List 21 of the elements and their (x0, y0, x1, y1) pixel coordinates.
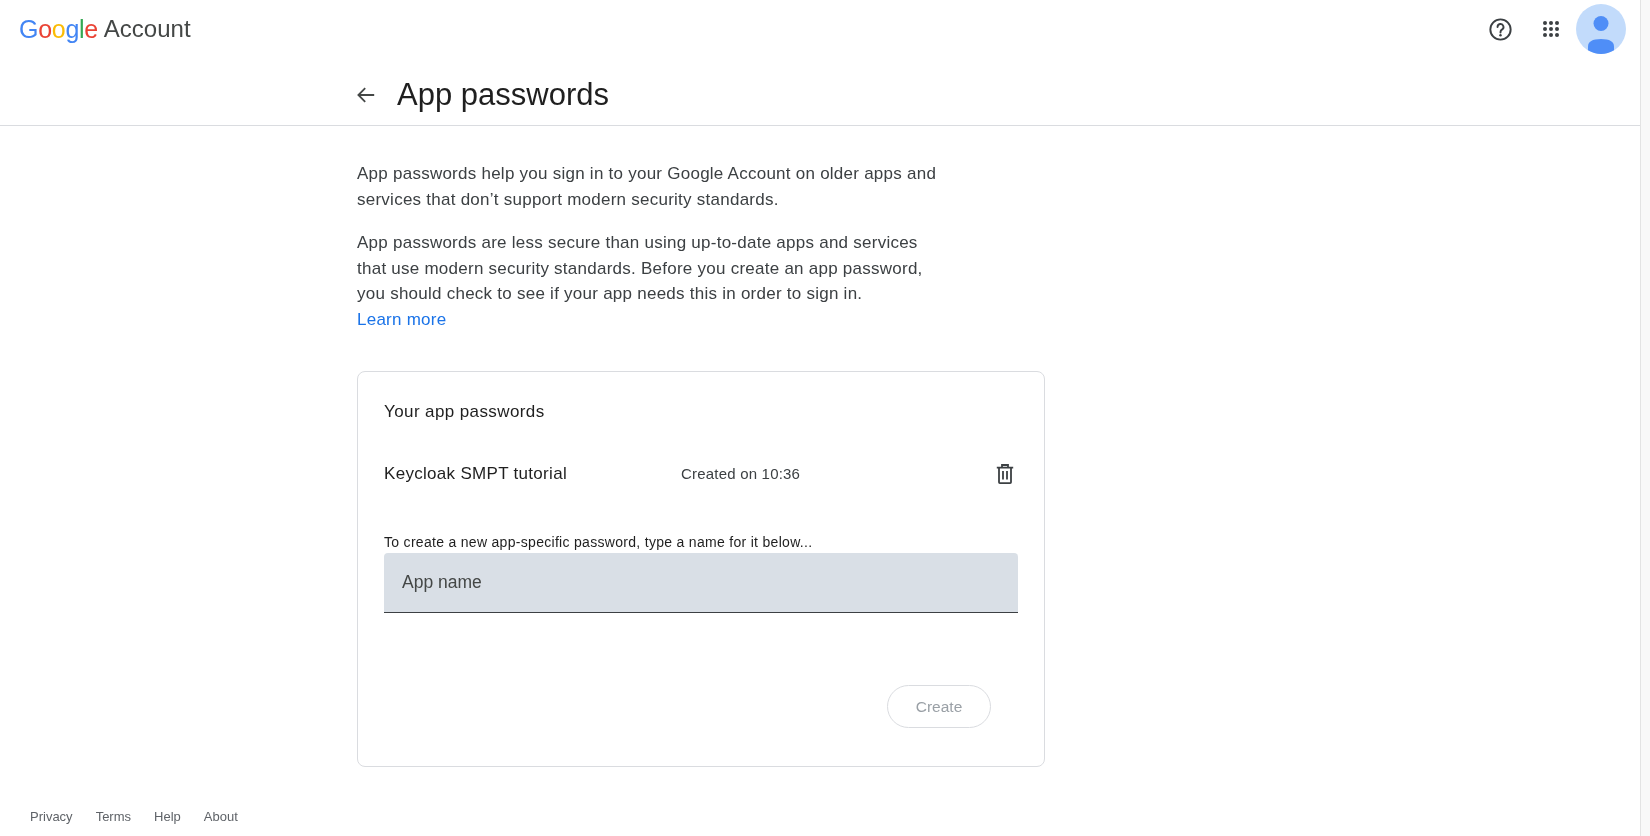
created-date: Created on 10:36 (681, 464, 801, 484)
app-password-name: Keycloak SMPT tutorial (384, 463, 568, 485)
page-title: App passwords (397, 76, 609, 114)
instruction-text: To create a new app-specific password, type a name for it below... (384, 533, 814, 552)
help-icon[interactable] (1489, 17, 1512, 41)
avatar-icon[interactable] (1576, 4, 1626, 54)
intro-paragraph: App passwords help you sign in to your Google Account on older apps and services that don’t support modern security standards. (357, 163, 938, 211)
app-name-field[interactable]: App name (384, 553, 1018, 613)
trash-icon[interactable] (996, 464, 1014, 484)
product-name[interactable]: Account (103, 14, 191, 44)
back-arrow-icon[interactable] (357, 87, 375, 103)
footer-link[interactable]: Terms (95, 807, 131, 827)
learn-more-link[interactable]: Learn more (357, 306, 447, 332)
intro-paragraph: App passwords are less secure than using up-to-date apps and services that use modern security standards. Before you create an app password, you should check to see if your app needs this in order to sign in. (357, 232, 924, 305)
scrollbar[interactable] (1640, 0, 1650, 836)
brand-logo[interactable]: Google (19, 14, 98, 44)
footer-link[interactable]: About (203, 807, 238, 827)
footer-link[interactable]: Help (154, 807, 181, 827)
apps-grid-icon[interactable] (1543, 21, 1559, 37)
footer-link[interactable]: Privacy (30, 807, 73, 827)
card-title: Your app passwords (384, 401, 546, 423)
